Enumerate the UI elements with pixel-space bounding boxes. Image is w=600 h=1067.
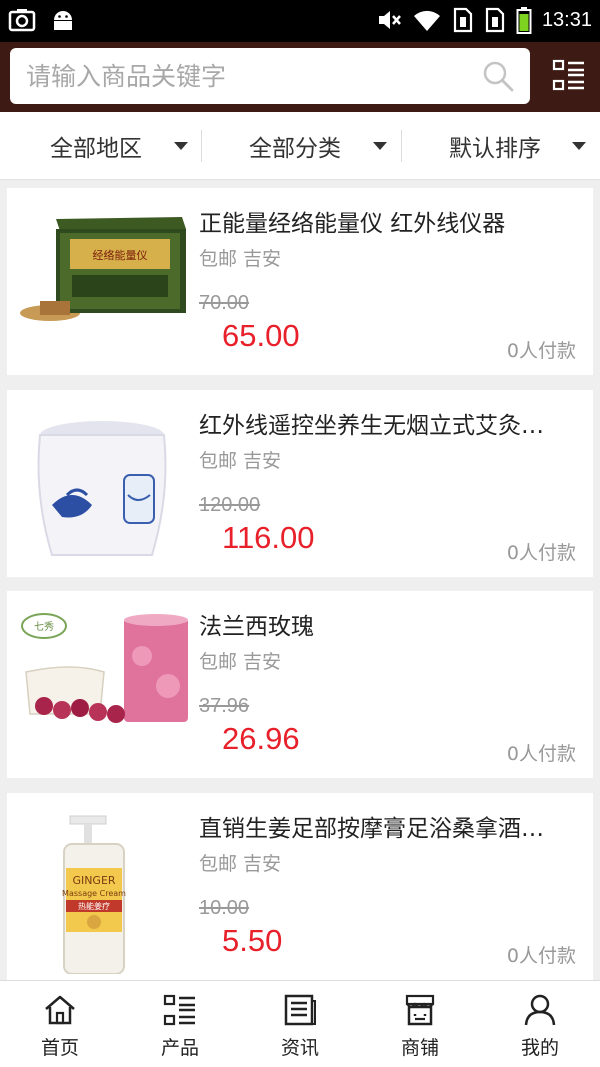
product-meta: 包邮 吉安 xyxy=(199,849,281,876)
product-title: 正能量经络能量仪 红外线仪器 xyxy=(199,211,506,237)
location-label: 吉安 xyxy=(243,853,282,875)
sales-count: 0人付款 xyxy=(506,945,576,967)
clock: 13:31 xyxy=(541,8,592,31)
original-price: 10.00 xyxy=(199,897,250,919)
nav-news-label: 资讯 xyxy=(280,1037,319,1059)
product-cn-text: 热能姜疗 xyxy=(78,901,110,911)
store-icon xyxy=(405,994,435,1026)
product-box-text: 经络能量仪 xyxy=(93,248,148,262)
status-bar: 13:31 xyxy=(0,0,600,42)
filter-bar: 全部地区 全部分类 默认排序 xyxy=(0,112,600,180)
product-meta: 包邮 吉安 xyxy=(199,647,281,674)
user-icon xyxy=(524,994,556,1026)
nav-news[interactable]: 资讯 xyxy=(240,981,360,1067)
android-icon xyxy=(54,11,72,30)
location-label: 吉安 xyxy=(243,651,282,673)
caret-down-icon xyxy=(373,142,387,150)
nav-mine-label: 我的 xyxy=(520,1037,559,1059)
nav-home-label: 首页 xyxy=(40,1037,79,1059)
news-icon xyxy=(284,994,316,1026)
product-brand-text: GINGER xyxy=(72,874,115,887)
filter-sort[interactable]: 默认排序 xyxy=(401,112,600,180)
product-image: 七秀 xyxy=(12,596,188,772)
product-card[interactable]: 红外线遥控坐养生无烟立式艾灸… 包邮 吉安 120.00 116.00 0人付款 xyxy=(7,390,593,577)
shipping-label: 包邮 xyxy=(199,651,238,673)
shipping-label: 包邮 xyxy=(199,248,238,270)
product-title: 法兰西玫瑰 xyxy=(199,614,314,640)
screenshot-icon xyxy=(8,9,36,32)
price: 5.50 xyxy=(222,923,283,958)
filter-category[interactable]: 全部分类 xyxy=(201,112,401,180)
sales-count: 0人付款 xyxy=(506,743,576,765)
filter-sort-label: 默认排序 xyxy=(449,136,541,162)
category-menu-icon[interactable] xyxy=(552,58,586,92)
caret-down-icon xyxy=(174,142,188,150)
sales-count: 0人付款 xyxy=(506,542,576,564)
nav-store[interactable]: 商铺 xyxy=(360,981,480,1067)
sim1-icon xyxy=(453,7,473,33)
product-image xyxy=(12,395,188,571)
bottom-nav: 首页 产品 资讯 商铺 我的 xyxy=(0,980,600,1067)
battery-icon xyxy=(516,7,532,34)
product-title: 红外线遥控坐养生无烟立式艾灸… xyxy=(199,413,544,439)
product-card[interactable]: 经络能量仪 正能量经络能量仪 红外线仪器 包邮 吉安 70.00 65.00 0人… xyxy=(7,188,593,375)
search-box[interactable] xyxy=(10,48,530,104)
filter-region-label: 全部地区 xyxy=(50,136,142,162)
price: 65.00 xyxy=(222,318,300,353)
product-title: 直销生姜足部按摩膏足浴桑拿酒… xyxy=(199,816,544,842)
original-price: 120.00 xyxy=(199,494,261,516)
nav-store-label: 商铺 xyxy=(400,1037,439,1059)
sales-count: 0人付款 xyxy=(506,340,576,362)
product-card[interactable]: GINGER Massage Cream 热能姜疗 直销生姜足部按摩膏足浴桑拿酒… xyxy=(7,793,593,980)
filter-category-label: 全部分类 xyxy=(249,136,341,162)
product-list-icon xyxy=(163,994,195,1026)
location-label: 吉安 xyxy=(243,248,282,270)
wifi-icon xyxy=(413,10,440,31)
search-icon[interactable] xyxy=(482,60,514,92)
nav-products[interactable]: 产品 xyxy=(120,981,240,1067)
home-icon xyxy=(45,995,75,1025)
product-image: 经络能量仪 xyxy=(12,193,188,369)
shipping-label: 包邮 xyxy=(199,853,238,875)
mute-icon xyxy=(378,11,401,29)
nav-mine[interactable]: 我的 xyxy=(480,981,600,1067)
caret-down-icon xyxy=(572,142,586,150)
product-subtitle-text: Massage Cream xyxy=(62,889,126,898)
filter-region[interactable]: 全部地区 xyxy=(0,112,200,180)
nav-products-label: 产品 xyxy=(160,1037,199,1059)
product-meta: 包邮 吉安 xyxy=(199,244,281,271)
product-meta: 包邮 吉安 xyxy=(199,446,281,473)
product-brand-text: 七秀 xyxy=(34,621,54,633)
sim2-icon xyxy=(485,7,505,33)
original-price: 37.96 xyxy=(199,695,250,717)
header xyxy=(0,42,600,112)
location-label: 吉安 xyxy=(243,450,282,472)
search-input[interactable] xyxy=(26,56,466,96)
nav-home[interactable]: 首页 xyxy=(0,981,120,1067)
shipping-label: 包邮 xyxy=(199,450,238,472)
price: 116.00 xyxy=(222,520,315,555)
price: 26.96 xyxy=(222,721,300,756)
product-card[interactable]: 七秀 法兰西玫瑰 包邮 吉安 37.96 26.96 0人付款 xyxy=(7,591,593,778)
product-image: GINGER Massage Cream 热能姜疗 xyxy=(12,798,188,974)
original-price: 70.00 xyxy=(199,292,250,314)
